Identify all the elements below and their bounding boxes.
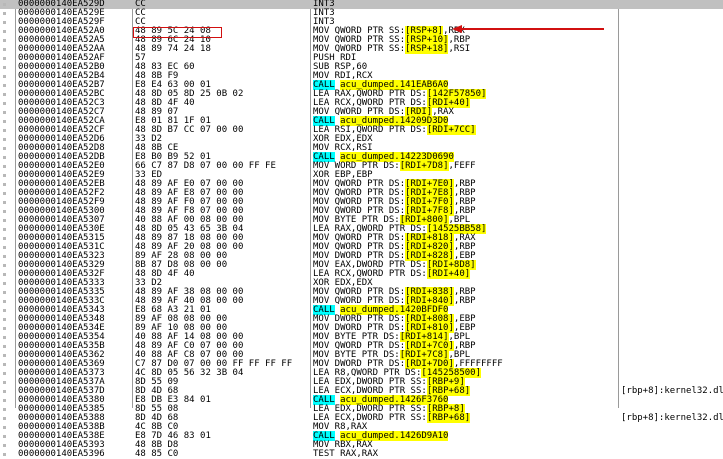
instruction-address: 0000000140EA5388 [18, 413, 105, 423]
breakpoint-gutter[interactable] [0, 441, 10, 450]
instruction-address: 0000000140EA5396 [18, 449, 105, 459]
breakpoint-gutter[interactable] [0, 432, 10, 441]
gutter-dot-icon [3, 444, 6, 447]
instruction-row[interactable]: 0000000140EA5393 48 8B D8 MOV RBX,RAX [0, 441, 723, 450]
instruction-bytes: 4C 8B C0 [135, 422, 179, 432]
instruction-text: CALL acu_dumped.1426D9A10 [313, 431, 449, 441]
breakpoint-gutter[interactable] [0, 423, 10, 432]
disassembly-view[interactable]: 0000000140EA529D CC INT3 0000000140EA529E CC… [0, 0, 723, 459]
gutter-dot-icon [3, 426, 6, 429]
gutter-dot-icon [3, 435, 6, 438]
instruction-row[interactable]: 0000000140EA5396 48 85 C0 TEST RAX,RAX [0, 450, 723, 459]
instruction-bytes: E8 7D 46 83 01 [135, 431, 211, 441]
gutter-dot-icon [3, 453, 6, 456]
breakpoint-gutter[interactable] [0, 450, 10, 459]
instruction-address: 0000000140EA5393 [18, 440, 105, 450]
instruction-bytes: 48 85 C0 [135, 449, 179, 459]
instruction-row[interactable]: 0000000140EA538E E8 7D 46 83 01 CALL acu_d… [0, 431, 723, 441]
instruction-comment [621, 450, 723, 459]
instruction-bytes: 48 8B D8 [135, 440, 179, 450]
gutter-dot-icon [3, 408, 6, 411]
instruction-text: TEST RAX,RAX [313, 449, 379, 459]
instruction-text: LEA ECX,DWORD PTR SS:[RBP+68] [313, 413, 471, 423]
instruction-comment: [rbp+8]:kernel32.dll [621, 413, 723, 423]
annotation-arrow-icon [452, 25, 604, 33]
instruction-comment [621, 441, 723, 450]
breakpoint-gutter[interactable] [0, 414, 10, 423]
instruction-text: MOV RBX,RAX [313, 440, 373, 450]
instruction-address: 0000000140EA538E [18, 431, 105, 441]
gutter-dot-icon [3, 417, 6, 420]
instruction-address: 0000000140EA538B [18, 422, 105, 432]
instruction-comment [621, 423, 723, 432]
instruction-bytes: 8D 4D 68 [135, 413, 179, 423]
instruction-comment [621, 432, 723, 441]
instruction-row[interactable]: 0000000140EA5388 8D 4D 68 LEA ECX,DWORD PT… [0, 413, 723, 423]
